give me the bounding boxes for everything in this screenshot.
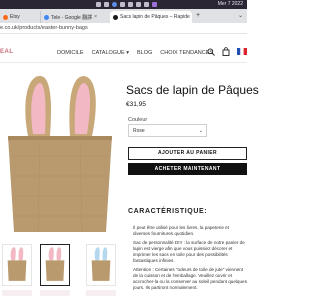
store-logo[interactable]: EAL [0, 49, 14, 55]
tab-label: Sacs lapin de Pâques – Rapide [120, 14, 190, 20]
status-icon[interactable] [104, 2, 109, 7]
siri-icon[interactable] [152, 2, 157, 7]
translate-favicon-icon [44, 14, 49, 20]
nav-item-domicile[interactable]: DOMICILE [57, 50, 84, 56]
new-tab-button[interactable]: + [196, 12, 200, 19]
color-select[interactable]: Rose ⌄ [128, 124, 207, 137]
header-divider [0, 62, 247, 63]
flag-icon[interactable] [237, 48, 247, 55]
menu-bar: Mer 7 2022 [0, 0, 247, 9]
product-thumbnail[interactable] [86, 244, 116, 286]
close-tab-icon[interactable]: × [94, 14, 97, 20]
product-thumbnail[interactable] [40, 290, 70, 296]
status-icons [96, 1, 157, 8]
status-icon[interactable] [112, 2, 117, 7]
address-bar[interactable]: e.co.uk/products/easter-bunny-bags [0, 23, 247, 34]
browser-tab[interactable]: Tele - Google 翻譯 × [40, 11, 110, 23]
nav-item-catalogue[interactable]: CATALOGUE ▾ [92, 50, 129, 56]
tab-label: Etsy [10, 14, 20, 20]
buy-now-button[interactable]: ACHETER MAINTENANT [128, 163, 247, 175]
feature-item: Il peut être utilisé pour les livres, la… [133, 225, 247, 237]
feature-item: Sac de personnalité DIY : la surface de … [133, 240, 247, 264]
header-icons [207, 47, 247, 56]
product-main-image[interactable] [0, 66, 120, 238]
features-heading: CARACTÉRISTIQUE: [128, 208, 208, 215]
product-price: €31,95 [126, 101, 146, 108]
nav-item-trending[interactable]: CHOIX TENDANCES [160, 50, 213, 56]
tab-strip: Etsy Tele - Google 翻譯 × Sacs lapin de Pâ… [0, 9, 247, 23]
status-icon[interactable] [120, 2, 125, 7]
store-favicon-icon [113, 14, 118, 20]
feature-item: Attention : Certaines "odeurs de toile d… [133, 267, 247, 296]
status-icon[interactable] [128, 2, 133, 7]
color-select-value: Rose [133, 128, 145, 134]
bag-icon[interactable] [222, 47, 230, 56]
main-nav: DOMICILE CATALOGUE ▾ BLOG CHOIX TENDANCE… [57, 50, 213, 56]
product-thumbnail[interactable] [2, 290, 32, 296]
status-icon[interactable] [96, 2, 101, 7]
etsy-favicon-icon [3, 14, 8, 20]
browser-tab[interactable]: Etsy [0, 11, 40, 23]
wifi-icon[interactable] [136, 2, 141, 7]
clock[interactable]: Mer 7 2022 [218, 1, 243, 8]
tab-search-button[interactable]: ⌄ [238, 12, 243, 19]
url-text[interactable]: e.co.uk/products/easter-bunny-bags [0, 25, 88, 31]
product-thumbnail[interactable] [86, 290, 116, 296]
tab-label: Tele - Google 翻譯 [51, 14, 93, 21]
product-thumbnail-selected[interactable] [40, 244, 70, 286]
search-icon[interactable] [144, 2, 149, 7]
chevron-down-icon: ⌄ [198, 128, 203, 134]
color-label: Couleur [128, 117, 148, 123]
browser-tab-active[interactable]: Sacs lapin de Pâques – Rapide × [110, 11, 192, 23]
product-thumbnail[interactable] [2, 244, 32, 286]
add-to-cart-button[interactable]: AJOUTER AU PANIER [128, 147, 247, 160]
search-icon[interactable] [207, 47, 215, 56]
nav-item-blog[interactable]: BLOG [137, 50, 152, 56]
product-title: Sacs de lapin de Pâques [126, 83, 259, 97]
